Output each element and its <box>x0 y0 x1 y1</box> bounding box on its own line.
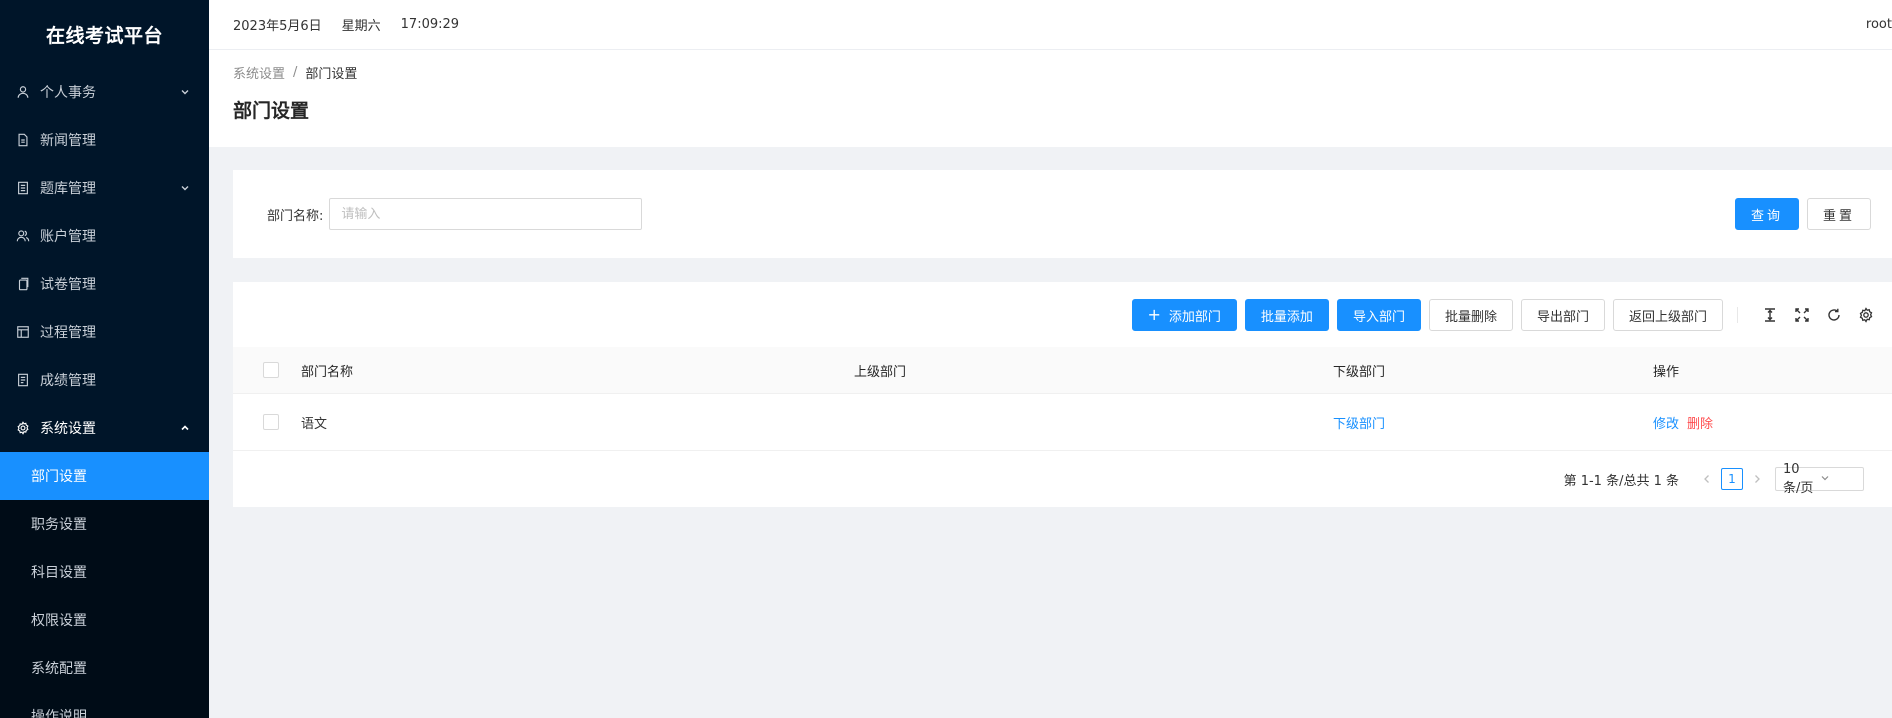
reset-button[interactable]: 重置 <box>1807 198 1871 230</box>
child-departments-link[interactable]: 下级部门 <box>1333 417 1385 432</box>
sidebar-item-accounts[interactable]: 账户管理 <box>0 212 209 260</box>
sidebar-subitem-help[interactable]: 操作说明 <box>0 692 209 718</box>
delete-link[interactable]: 删除 <box>1687 413 1713 432</box>
search-form: 部门名称: 查询 重置 <box>233 170 1892 258</box>
header-time: 17:09:29 <box>400 17 460 32</box>
sidebar-subitem-position[interactable]: 职务设置 <box>0 500 209 548</box>
chevron-down-icon <box>179 86 191 98</box>
cell-child: 下级部门 <box>1333 413 1653 432</box>
breadcrumb-current: 部门设置 <box>305 67 358 82</box>
add-department-button[interactable]: + 添加部门 <box>1131 299 1237 331</box>
sidebar-subitem-department[interactable]: 部门设置 <box>0 452 209 500</box>
top-header: 2023年5月6日 星期六 17:09:29 root <box>209 0 1892 50</box>
user-icon <box>16 85 30 99</box>
sidebar-subitem-system-config[interactable]: 系统配置 <box>0 644 209 692</box>
sidebar-item-process[interactable]: 过程管理 <box>0 308 209 356</box>
sidebar-item-scores[interactable]: 成绩管理 <box>0 356 209 404</box>
department-table-card: + 添加部门 批量添加 导入部门 批量删除 导出部门 返回上级部门 部门名称 上… <box>233 282 1892 507</box>
page-number-current[interactable]: 1 <box>1721 468 1743 490</box>
back-to-parent-button[interactable]: 返回上级部门 <box>1612 299 1723 331</box>
gear-icon <box>16 421 30 435</box>
import-department-button[interactable]: 导入部门 <box>1336 299 1421 331</box>
file-icon <box>16 133 30 147</box>
header-date: 2023年5月6日 <box>233 19 322 34</box>
page-header: 系统设置 / 部门设置 部门设置 <box>209 50 1892 147</box>
header-checkbox-cell <box>233 362 301 378</box>
sidebar: 在线考试平台 个人事务 新闻管理 题库管理 账户管理 试卷管理 过程管理 成绩管… <box>0 0 209 718</box>
column-header-parent: 上级部门 <box>854 364 907 380</box>
toolbar-divider <box>1737 307 1738 323</box>
add-department-label: 添加部门 <box>1168 309 1221 325</box>
chevron-up-icon <box>179 422 191 434</box>
sidebar-item-label: 过程管理 <box>40 325 96 341</box>
header-weekday: 星期六 <box>341 19 381 34</box>
next-page-icon[interactable] <box>1747 469 1767 489</box>
table-header: 部门名称 上级部门 下级部门 操作 <box>233 347 1892 394</box>
column-header-child: 下级部门 <box>1333 364 1386 380</box>
column-header-operation: 操作 <box>1653 364 1680 380</box>
cell-name: 语文 <box>301 416 328 432</box>
pagination: 第 1-1 条/总共 1 条 1 10 条/页 <box>1563 462 1864 496</box>
table-row: 语文 下级部门 修改 删除 <box>233 394 1892 451</box>
chevron-down-icon <box>1820 472 1857 487</box>
sidebar-item-label: 题库管理 <box>40 181 96 197</box>
sidebar-subitem-permission[interactable]: 权限设置 <box>0 596 209 644</box>
edit-link[interactable]: 修改 <box>1653 413 1679 432</box>
batch-delete-button[interactable]: 批量删除 <box>1428 299 1513 331</box>
sidebar-item-label: 系统设置 <box>40 421 96 437</box>
breadcrumb-separator: / <box>293 65 298 80</box>
chevron-down-icon <box>179 182 191 194</box>
row-checkbox-cell <box>233 414 301 430</box>
sidebar-item-label: 新闻管理 <box>40 133 96 149</box>
breadcrumb-parent[interactable]: 系统设置 <box>233 63 285 82</box>
sidebar-item-question-bank[interactable]: 题库管理 <box>0 164 209 212</box>
cell-operation: 修改 删除 <box>1653 413 1892 432</box>
sidebar-item-system-settings[interactable]: 系统设置 <box>0 404 209 452</box>
reload-icon[interactable] <box>1826 307 1842 323</box>
department-table: 部门名称 上级部门 下级部门 操作 语文 下级部门 修改 删除 <box>233 347 1892 451</box>
page-size-select[interactable]: 10 条/页 <box>1775 462 1864 496</box>
copy-icon <box>16 277 30 291</box>
select-all-checkbox[interactable] <box>263 362 279 378</box>
settings-icon[interactable] <box>1858 307 1874 323</box>
plus-icon: + <box>1147 305 1161 324</box>
report-icon <box>16 373 30 387</box>
page-size-value: 10 条/页 <box>1783 462 1814 496</box>
row-checkbox[interactable] <box>263 414 279 430</box>
layout-icon <box>16 325 30 339</box>
sidebar-subitem-subject[interactable]: 科目设置 <box>0 548 209 596</box>
prev-page-icon[interactable] <box>1697 469 1717 489</box>
search-actions: 查询 重置 <box>1735 198 1871 230</box>
column-header-name: 部门名称 <box>301 364 354 380</box>
query-button[interactable]: 查询 <box>1735 198 1799 230</box>
batch-add-button[interactable]: 批量添加 <box>1244 299 1329 331</box>
fullscreen-icon[interactable] <box>1794 307 1810 323</box>
header-username[interactable]: root <box>1866 0 1892 50</box>
system-settings-submenu: 部门设置 职务设置 科目设置 权限设置 系统配置 操作说明 <box>0 452 209 718</box>
book-icon <box>16 181 30 195</box>
department-name-input[interactable] <box>329 198 643 230</box>
sidebar-item-label: 账户管理 <box>40 229 96 245</box>
sidebar-item-personal[interactable]: 个人事务 <box>0 68 209 116</box>
breadcrumb: 系统设置 / 部门设置 <box>233 63 1892 82</box>
table-toolbar: + 添加部门 批量添加 导入部门 批量删除 导出部门 返回上级部门 <box>1131 299 1875 331</box>
sidebar-item-papers[interactable]: 试卷管理 <box>0 260 209 308</box>
sidebar-item-label: 成绩管理 <box>40 373 96 389</box>
page-title: 部门设置 <box>233 100 310 122</box>
pagination-total: 第 1-1 条/总共 1 条 <box>1563 473 1679 489</box>
users-icon <box>16 229 30 243</box>
sidebar-item-label: 试卷管理 <box>40 277 96 293</box>
column-height-icon[interactable] <box>1762 307 1778 323</box>
sidebar-item-news[interactable]: 新闻管理 <box>0 116 209 164</box>
department-name-label: 部门名称: <box>267 208 324 224</box>
sidebar-item-label: 个人事务 <box>40 85 96 101</box>
export-department-button[interactable]: 导出部门 <box>1520 299 1605 331</box>
app-logo-title: 在线考试平台 <box>45 24 163 47</box>
